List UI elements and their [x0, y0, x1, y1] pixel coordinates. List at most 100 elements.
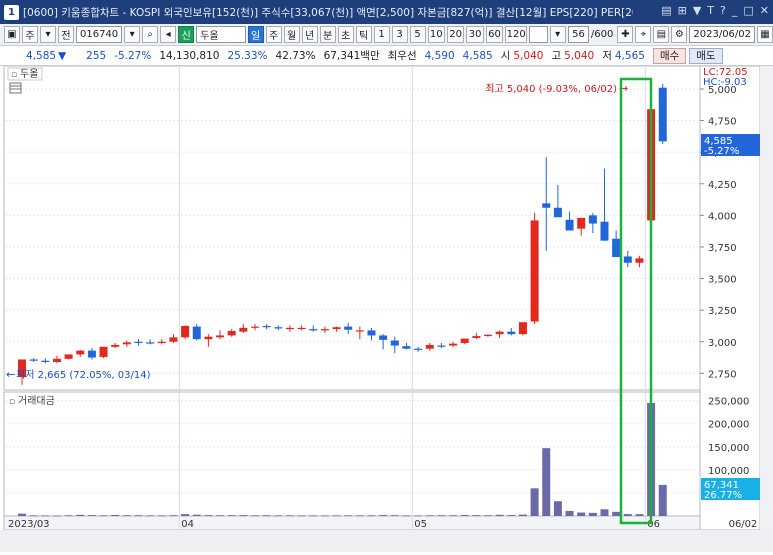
change-amount: 255	[86, 49, 107, 62]
pane-bullet-icon: ▫	[9, 397, 15, 407]
save-icon[interactable]: ▤	[653, 26, 670, 43]
volume-bar	[76, 514, 85, 516]
interval-10-button[interactable]: 10	[427, 26, 445, 43]
maximize-icon[interactable]: □	[743, 4, 753, 17]
volume-bar	[146, 515, 155, 517]
price-pane-label: 두올	[20, 68, 38, 80]
current-price: 4,585	[26, 49, 57, 62]
custom-interval-input[interactable]	[529, 26, 548, 43]
interval-60-button[interactable]: 60	[485, 26, 504, 43]
help-icon[interactable]: ?	[720, 4, 726, 17]
period-year-tab[interactable]: 년	[301, 26, 318, 43]
stock-name-field[interactable]: 두올	[196, 26, 246, 43]
crosshair-icon[interactable]: ⌖	[635, 26, 652, 43]
price-tick-label: 3,000	[708, 338, 737, 349]
x-axis-label: 04	[181, 519, 194, 530]
volume-bar	[623, 514, 632, 516]
volume-bar	[658, 484, 667, 516]
menu-icon[interactable]: ▣	[4, 26, 20, 43]
volume-bar	[122, 515, 131, 517]
interval-dropdown-icon[interactable]: ▾	[549, 26, 566, 43]
right-scrollbar[interactable]	[760, 66, 773, 552]
candle-body	[379, 335, 388, 340]
volume-bar	[297, 515, 306, 517]
pin-icon[interactable]: ⊞	[678, 4, 687, 17]
low-label: 저	[602, 50, 612, 62]
candle-body	[309, 329, 318, 331]
period-tick-tab[interactable]: 틱	[355, 26, 372, 43]
chart-area[interactable]: 5,0004,7504,5004,2504,0003,7503,5003,250…	[0, 65, 773, 552]
period-month-tab[interactable]: 월	[283, 26, 300, 43]
interval-120-button[interactable]: 120	[505, 26, 528, 43]
candle-body	[635, 258, 644, 263]
volume-tick-label: 150,000	[708, 443, 749, 454]
layout-icon[interactable]: ▤	[661, 4, 671, 17]
stock-code-input[interactable]: 016740	[76, 26, 123, 43]
volume-bar	[320, 515, 329, 517]
zoom-icon[interactable]: ✚	[617, 26, 634, 43]
volume-bar	[64, 515, 73, 517]
volume-bar	[402, 515, 411, 517]
candle-body	[157, 341, 166, 343]
pane-bullet-icon: ▫	[11, 70, 17, 80]
volume-bar	[41, 515, 50, 517]
candle-body	[367, 330, 376, 336]
candle-body	[99, 346, 108, 357]
candle-body	[181, 325, 190, 338]
candle-body	[518, 322, 527, 335]
volume-bar	[344, 515, 353, 517]
volume-bar	[227, 515, 236, 516]
period-second-tab[interactable]: 초	[337, 26, 354, 43]
code-dropdown-icon[interactable]: ▾	[124, 26, 141, 43]
candle-body	[390, 340, 399, 346]
volume-bar	[600, 509, 609, 516]
market-select[interactable]: 주	[22, 26, 38, 43]
candle-body	[472, 336, 481, 338]
period-day-tab[interactable]: 일	[247, 26, 264, 43]
candle-body	[460, 338, 469, 344]
font-icon[interactable]: T	[707, 4, 714, 17]
table-toggle-icon[interactable]	[9, 82, 22, 94]
market-dropdown-icon[interactable]: ▾	[40, 26, 56, 43]
candle-body	[542, 203, 551, 208]
period-minute-tab[interactable]: 분	[319, 26, 336, 43]
close-icon[interactable]: ✕	[760, 4, 769, 17]
calendar-icon[interactable]: ▦	[757, 26, 773, 43]
volume-bar	[192, 514, 201, 516]
volume-bar	[262, 515, 271, 517]
volume-bar	[309, 515, 318, 517]
minimize-icon[interactable]: _	[732, 4, 738, 17]
search-icon[interactable]: ⌕	[142, 26, 159, 43]
bar-count-input[interactable]: 56	[567, 26, 589, 43]
buy-button[interactable]: 매수	[652, 47, 687, 64]
date-input[interactable]: 2023/06/02	[689, 26, 756, 43]
volume-bar	[425, 515, 434, 517]
interval-3-button[interactable]: 3	[391, 26, 408, 43]
turnover-rate: 25.33%	[227, 49, 268, 62]
best-quote-label: 최우선	[387, 50, 417, 62]
interval-30-button[interactable]: 30	[466, 26, 484, 43]
volume-pane[interactable]	[3, 391, 701, 517]
price-pane[interactable]	[3, 65, 701, 391]
speaker-icon[interactable]: ◂	[160, 26, 177, 43]
volume-bar	[216, 515, 225, 517]
scope-select[interactable]: 전	[58, 26, 74, 43]
candle-body	[449, 343, 458, 346]
chart-svg[interactable]: 5,0004,7504,5004,2504,0003,7503,5003,250…	[0, 65, 773, 552]
candle-body	[437, 345, 446, 347]
push-icon[interactable]: ▼	[693, 4, 701, 17]
volume-bar	[379, 515, 388, 516]
volume-bar	[577, 512, 586, 516]
sell-button[interactable]: 매도	[689, 47, 723, 64]
interval-1-button[interactable]: 1	[373, 26, 390, 43]
volume-bar	[332, 515, 341, 517]
interval-20-button[interactable]: 20	[446, 26, 465, 43]
interval-5-button[interactable]: 5	[409, 26, 426, 43]
volume-bar	[553, 501, 562, 516]
low-annotation: 최저 2,665 (72.05%, 03/14)	[16, 369, 151, 381]
period-week-tab[interactable]: 주	[265, 26, 282, 43]
volume-bar	[612, 511, 621, 516]
gear-icon[interactable]: ⚙	[671, 26, 688, 43]
high-annotation: 최고 5,040 (-9.03%, 06/02)	[485, 83, 617, 95]
volume-bar	[157, 515, 166, 517]
